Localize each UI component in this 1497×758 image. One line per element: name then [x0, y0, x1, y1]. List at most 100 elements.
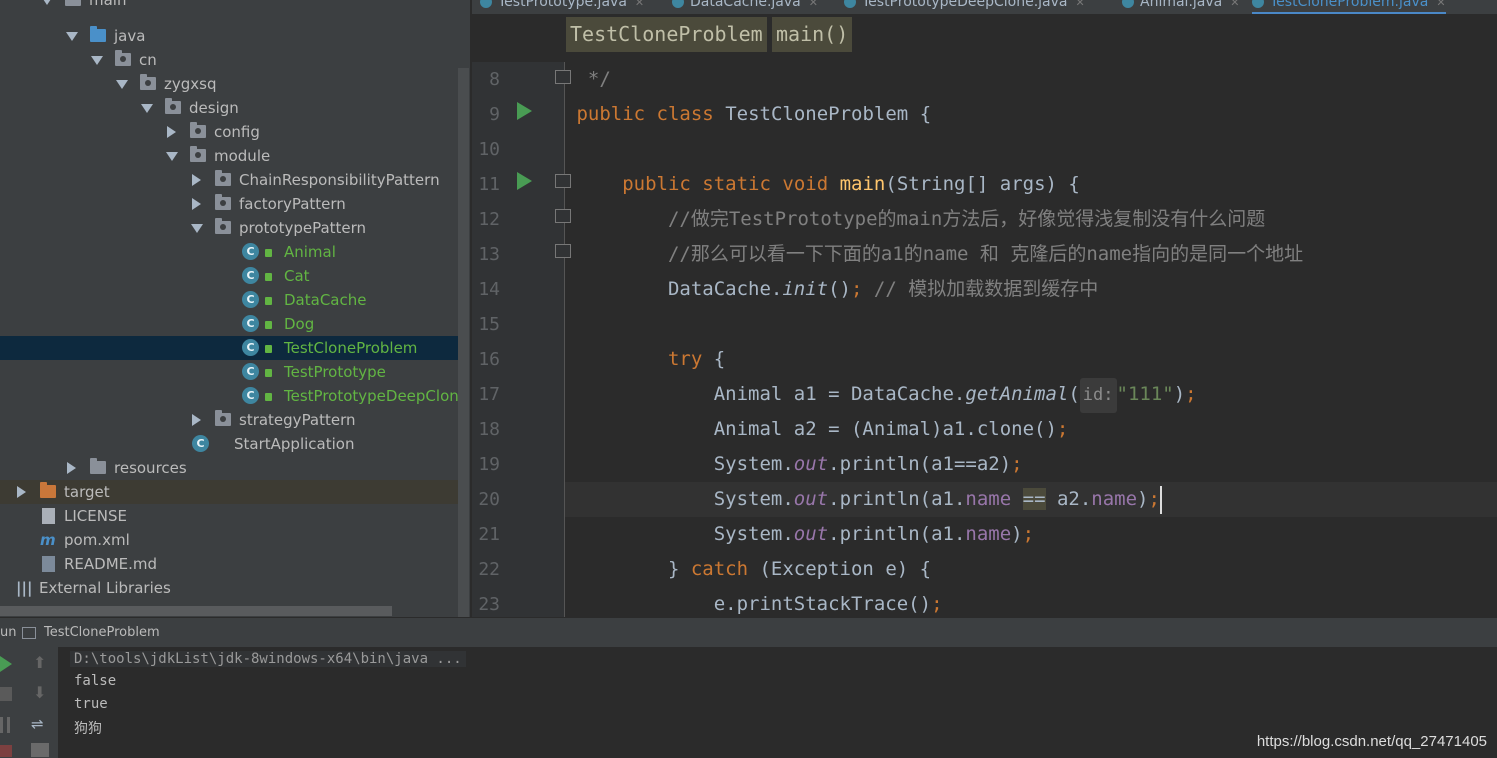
lock-icon [265, 393, 272, 401]
run-gutter-icon[interactable] [517, 102, 532, 120]
tree-item-pom[interactable]: m pom.xml [0, 528, 458, 552]
close-icon[interactable]: ✕ [809, 0, 818, 9]
chevron-right-icon[interactable] [192, 414, 201, 426]
tree-item-testprototypedeepclone[interactable]: C TestPrototypeDeepClone [0, 384, 468, 408]
tree-item-java[interactable]: java [0, 24, 458, 48]
line-number: 11 [478, 174, 500, 195]
tree-item-strategypattern[interactable]: strategyPattern [0, 408, 458, 432]
code-line-13: //那么可以看一下下面的a1的name 和 克隆后的name指向的是同一个地址 [667, 243, 1304, 265]
soft-wrap-icon[interactable]: ⇌ [31, 715, 49, 733]
code-line-12: //做完TestPrototype的main方法后，好像觉得浅复制没有什么问题 [667, 208, 1266, 230]
tab-testcloneproblem[interactable]: TestCloneProblem.java ✕ [1252, 0, 1446, 14]
rerun-icon[interactable] [0, 656, 12, 672]
chevron-down-icon[interactable] [41, 0, 53, 5]
code-line-11: public static void main(String[] args) { [622, 173, 1080, 195]
code-line-8: */ [587, 68, 611, 90]
exit-icon[interactable] [0, 745, 12, 757]
breadcrumb-method[interactable]: main() [772, 17, 853, 52]
chevron-right-icon[interactable] [192, 174, 201, 186]
tree-item-prototypepattern[interactable]: prototypePattern [0, 216, 458, 240]
line-number: 21 [478, 524, 500, 545]
line-number: 19 [478, 454, 500, 475]
chevron-down-icon[interactable] [191, 224, 203, 233]
run-config-tab[interactable]: TestCloneProblem [44, 618, 160, 648]
chevron-right-icon[interactable] [192, 198, 201, 210]
tree-item-external-libraries[interactable]: ||| External Libraries [0, 576, 458, 600]
tree-horizontal-scrollbar[interactable] [0, 606, 392, 616]
tree-item-animal[interactable]: C Animal [0, 240, 458, 264]
chevron-down-icon[interactable] [66, 32, 78, 41]
chevron-down-icon[interactable] [166, 152, 178, 161]
close-icon[interactable]: ✕ [635, 0, 644, 9]
line-number: 13 [478, 244, 500, 265]
tab-datacache[interactable]: DataCache.java ✕ [672, 0, 818, 12]
tree-item-readme[interactable]: README.md [0, 552, 458, 576]
close-icon[interactable]: ✕ [1076, 0, 1085, 9]
package-icon [215, 218, 231, 234]
chevron-right-icon[interactable] [167, 126, 176, 138]
class-icon: C [242, 267, 259, 284]
package-icon [165, 98, 181, 114]
tree-item-zygxsq[interactable]: zygxsq [0, 72, 458, 96]
line-number: 17 [478, 384, 500, 405]
tree-item-module[interactable]: module [0, 144, 458, 168]
pause-icon[interactable] [0, 717, 10, 733]
chevron-down-icon[interactable] [91, 56, 103, 65]
tree-item-cn[interactable]: cn [0, 48, 458, 72]
tree-item-license[interactable]: LICENSE [0, 504, 458, 528]
tree-item-cat[interactable]: C Cat [0, 264, 458, 288]
text-file-icon [42, 508, 55, 524]
breadcrumb-class[interactable]: TestCloneProblem [566, 17, 767, 52]
console-output-line: false [74, 673, 117, 689]
arrow-up-icon[interactable]: ⬆ [33, 655, 49, 671]
line-number: 8 [489, 69, 500, 90]
package-icon [190, 146, 206, 162]
tree-item-testcloneproblem[interactable]: C TestCloneProblem [0, 336, 458, 360]
code-editor[interactable]: */ public class TestCloneProblem { publi… [565, 62, 1497, 617]
tree-item-design[interactable]: design [0, 96, 458, 120]
run-tool-window-header: un TestCloneProblem [0, 617, 1497, 648]
class-icon [844, 0, 856, 8]
line-number: 10 [478, 139, 500, 160]
code-line-19: System.out.println(a1==a2); [713, 453, 1023, 475]
chevron-right-icon[interactable] [17, 486, 26, 498]
chevron-right-icon[interactable] [67, 462, 76, 474]
line-number: 22 [478, 559, 500, 580]
runnable-class-icon: C [242, 339, 259, 356]
stop-icon[interactable] [0, 687, 12, 701]
console-output-line: 狗狗 [74, 721, 102, 737]
chevron-down-icon[interactable] [116, 80, 128, 89]
parameter-hint: id: [1079, 378, 1117, 413]
tree-vertical-scrollbar[interactable] [458, 68, 469, 617]
code-line-22: } catch (Exception e) { [667, 558, 932, 580]
tree-item-datacache[interactable]: C DataCache [0, 288, 458, 312]
lock-icon [265, 345, 272, 353]
close-icon[interactable]: ✕ [1436, 0, 1445, 9]
run-gutter-icon[interactable] [517, 172, 532, 190]
tree-item-main[interactable]: main [0, 0, 458, 12]
class-icon: C [242, 243, 259, 260]
tree-item-chainresponsibilitypattern[interactable]: ChainResponsibilityPattern [0, 168, 458, 192]
code-line-14: DataCache.init(); // 模拟加载数据到缓存中 [667, 278, 1099, 300]
close-icon[interactable]: ✕ [1230, 0, 1239, 9]
arrow-down-icon[interactable]: ⬇ [33, 685, 49, 701]
console-icon [22, 627, 36, 639]
tab-testprototypedeepclone[interactable]: TestPrototypeDeepClone.java ✕ [844, 0, 1085, 12]
tree-item-factorypattern[interactable]: factoryPattern [0, 192, 458, 216]
tree-item-resources[interactable]: resources [0, 456, 458, 480]
console-output-line: true [74, 696, 108, 712]
tree-item-target[interactable]: target [0, 480, 458, 504]
runnable-class-icon: C [242, 387, 259, 404]
tree-item-config[interactable]: config [0, 120, 458, 144]
tab-testprototype[interactable]: TestPrototype.java ✕ [480, 0, 644, 12]
print-icon[interactable] [31, 743, 49, 757]
tree-item-testprototype[interactable]: C TestPrototype [0, 360, 458, 384]
watermark: https://blog.csdn.net/qq_27471405 [1256, 733, 1487, 750]
tree-item-startapplication[interactable]: C StartApplication [0, 432, 458, 456]
tab-animal[interactable]: Animal.java ✕ [1122, 0, 1239, 12]
tree-item-dog[interactable]: C Dog [0, 312, 458, 336]
class-icon: C [242, 315, 259, 332]
chevron-down-icon[interactable] [141, 104, 153, 113]
